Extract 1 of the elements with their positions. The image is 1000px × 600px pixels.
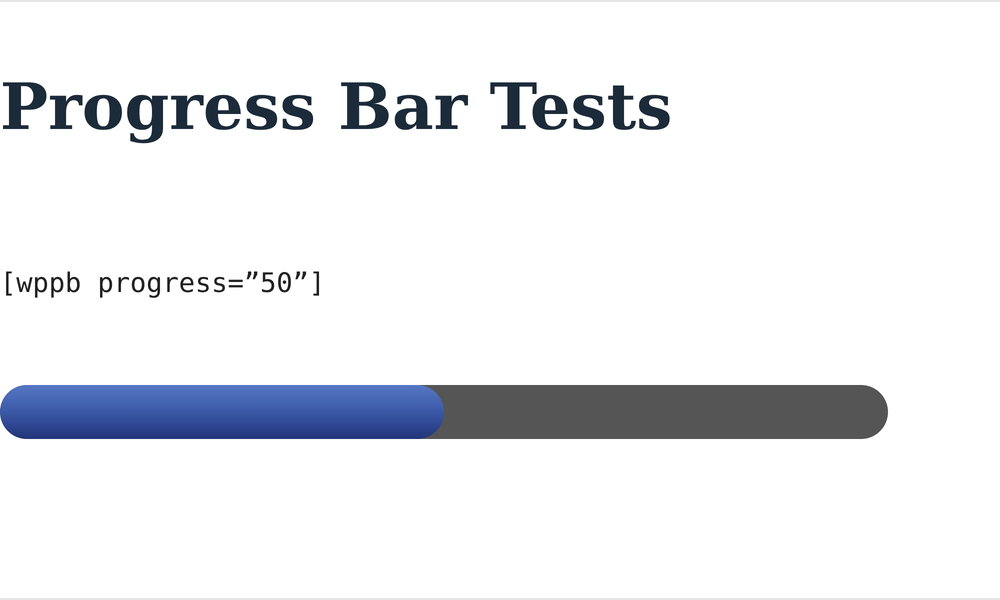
shortcode-text: [wppb progress=”50”] <box>0 267 326 301</box>
